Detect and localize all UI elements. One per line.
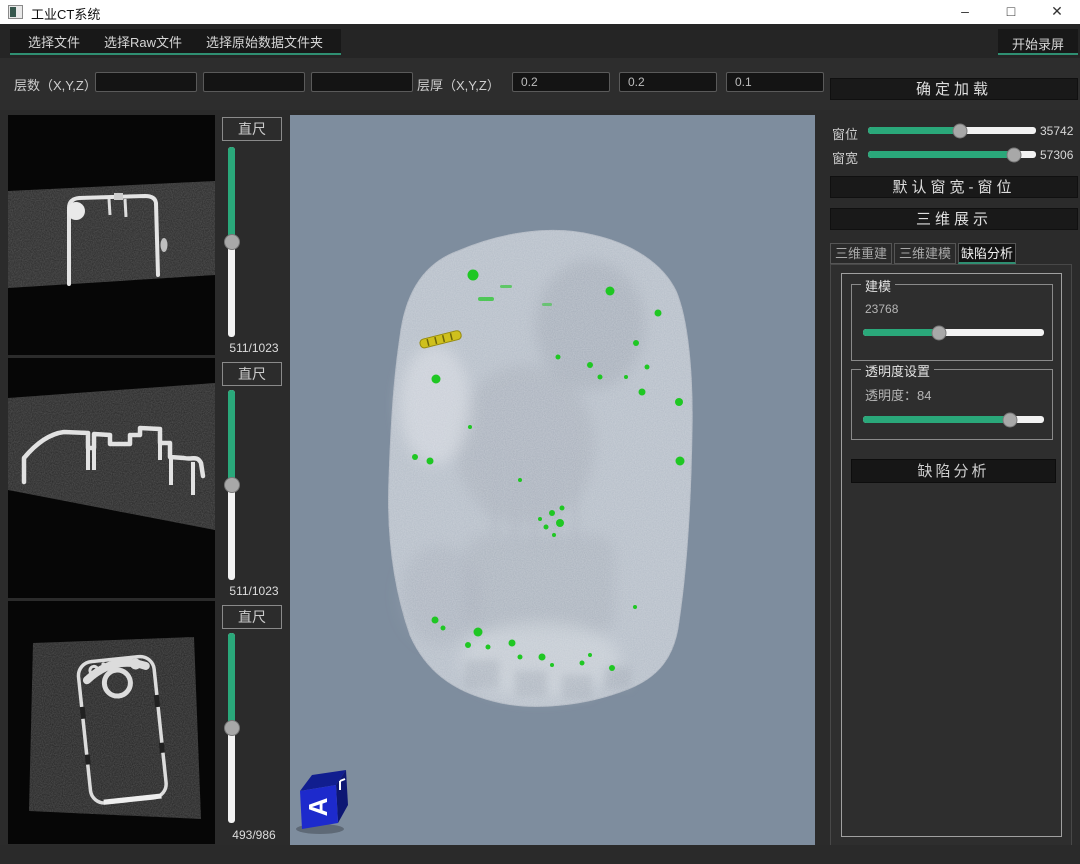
ct-slice-bottom-render (8, 601, 215, 844)
thickness-z-input[interactable] (726, 72, 824, 92)
3d-model-render: A (290, 115, 815, 845)
ct-slice-middle-render (8, 358, 215, 598)
window-level-fill (868, 127, 960, 134)
default-window-button[interactable]: 默认窗宽-窗位 (830, 176, 1078, 198)
close-button[interactable]: ✕ (1034, 0, 1080, 24)
window-width-fill (868, 151, 1014, 158)
ct-slice-image-top[interactable] (8, 115, 215, 355)
select-raw-button[interactable]: 选择Raw文件 (92, 29, 194, 54)
layers-x-input[interactable] (95, 72, 197, 92)
opacity-slider-handle[interactable] (1002, 412, 1017, 427)
slice-slider-1-handle[interactable] (224, 234, 240, 250)
modeling-groupbox: 建模 23768 (851, 284, 1053, 361)
window-level-value: 35742 (1040, 124, 1080, 138)
slice-slider-3[interactable] (228, 633, 235, 823)
defect-analysis-button[interactable]: 缺陷分析 (851, 459, 1056, 483)
ruler-button-3[interactable]: 直尺 (222, 605, 282, 629)
slice-slider-3-handle[interactable] (224, 720, 240, 736)
opacity-value-label: 透明度：84 (865, 385, 931, 404)
ct-slice-image-bottom[interactable] (8, 601, 215, 844)
slice-slider-1-fill (228, 147, 235, 242)
viewer-logo-cube: A (296, 770, 348, 834)
window-level-slider[interactable] (868, 127, 1036, 134)
window-width-slider[interactable] (868, 151, 1036, 158)
thickness-label: 层厚（X,Y,Z） (417, 75, 500, 94)
slice-slider-2[interactable] (228, 390, 235, 580)
start-record-button[interactable]: 开始录屏 (998, 29, 1078, 55)
tab-defect-analysis[interactable]: 缺陷分析 (958, 243, 1016, 264)
file-button-group: 选择文件 选择Raw文件 选择原始数据文件夹 (10, 29, 341, 55)
modeling-slider-fill (863, 329, 939, 336)
thickness-x-input[interactable] (512, 72, 610, 92)
slice-slider-2-handle[interactable] (224, 477, 240, 493)
window-level-label: 窗位 (832, 124, 858, 143)
layers-label: 层数（X,Y,Z） (14, 75, 97, 94)
logo-letter: A (303, 797, 333, 816)
3d-viewport[interactable]: A (290, 115, 815, 845)
modeling-value: 23768 (865, 302, 898, 316)
opacity-groupbox: 透明度设置 透明度：84 (851, 369, 1053, 440)
layers-y-input[interactable] (203, 72, 305, 92)
modeling-slider-handle[interactable] (932, 325, 947, 340)
opacity-slider-fill (863, 416, 1010, 423)
confirm-load-button[interactable]: 确定加载 (830, 78, 1078, 100)
tab-3d-reconstruction[interactable]: 三维重建 (830, 243, 892, 264)
ct-slice-image-middle[interactable] (8, 358, 215, 598)
ct-slice-top-render (8, 115, 215, 355)
ruler-button-2[interactable]: 直尺 (222, 362, 282, 386)
window-width-handle[interactable] (1007, 147, 1022, 162)
maximize-button[interactable]: □ (988, 0, 1034, 24)
window-width-label: 窗宽 (832, 148, 858, 167)
opacity-slider[interactable] (863, 416, 1044, 423)
minimize-button[interactable]: – (942, 0, 988, 24)
thickness-y-input[interactable] (619, 72, 717, 92)
title-bar: 工业CT系统 – □ ✕ (0, 0, 1080, 24)
toolbar: 选择文件 选择Raw文件 选择原始数据文件夹 开始录屏 (0, 24, 1080, 58)
slice-slider-3-fill (228, 633, 235, 728)
display-3d-button[interactable]: 三维展示 (830, 208, 1078, 230)
slice-position-3: 493/986 (218, 828, 290, 842)
window-title: 工业CT系统 (31, 4, 100, 23)
tab-3d-modeling[interactable]: 三维建模 (894, 243, 956, 264)
slice-position-1: 511/1023 (218, 341, 290, 355)
opacity-group-title: 透明度设置 (861, 361, 934, 380)
modeling-slider[interactable] (863, 329, 1044, 336)
slice-slider-2-fill (228, 390, 235, 485)
modeling-group-title: 建模 (861, 276, 895, 295)
select-folder-button[interactable]: 选择原始数据文件夹 (194, 29, 335, 54)
ruler-button-1[interactable]: 直尺 (222, 117, 282, 141)
bottom-strip (0, 845, 1080, 864)
layers-z-input[interactable] (311, 72, 413, 92)
window-level-handle[interactable] (953, 123, 968, 138)
slice-position-2: 511/1023 (218, 584, 290, 598)
slice-slider-1[interactable] (228, 147, 235, 337)
app-icon (8, 5, 23, 19)
window-width-value: 57306 (1040, 148, 1080, 162)
select-file-button[interactable]: 选择文件 (16, 29, 92, 54)
